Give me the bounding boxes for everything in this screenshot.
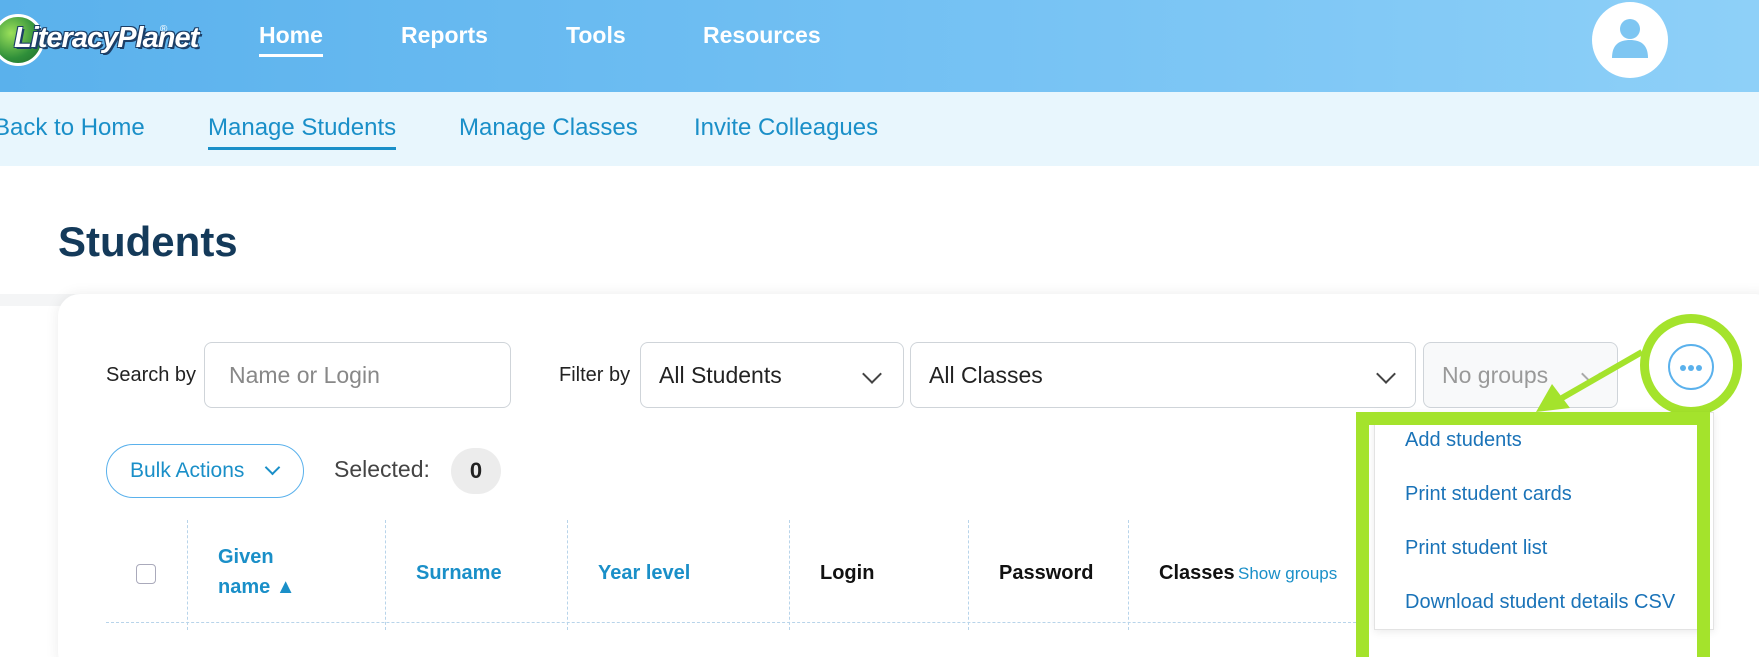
title-area bbox=[0, 166, 1759, 294]
registered-mark: ® bbox=[160, 24, 168, 35]
page-title: Students bbox=[58, 218, 238, 265]
sub-navigation: Back to Home Manage Students Manage Clas… bbox=[0, 92, 1759, 166]
column-divider bbox=[1128, 520, 1129, 630]
header-given-name[interactable]: Given bbox=[218, 546, 274, 569]
subnav-invite-colleagues[interactable]: Invite Colleagues bbox=[694, 114, 878, 142]
selected-label: Selected: bbox=[334, 456, 430, 482]
header-login: Login bbox=[820, 562, 875, 584]
user-avatar-button[interactable] bbox=[1592, 2, 1668, 78]
top-navigation: LiteracyPlanet ® Home Reports Tools Reso… bbox=[0, 0, 1759, 92]
nav-resources[interactable]: Resources bbox=[703, 22, 821, 49]
header-given-name-sort[interactable]: name ▲ bbox=[218, 576, 296, 599]
students-filter-value: All Students bbox=[659, 362, 782, 388]
header-classes: Classes bbox=[1159, 562, 1235, 584]
subnav-manage-students[interactable]: Manage Students bbox=[208, 114, 397, 150]
select-all-checkbox[interactable] bbox=[136, 564, 156, 584]
selected-count-badge: 0 bbox=[451, 448, 501, 494]
chevron-down-icon bbox=[264, 459, 281, 476]
header-year-level[interactable]: Year level bbox=[598, 562, 690, 585]
classes-filter-select[interactable]: All Classes bbox=[910, 342, 1416, 408]
filter-label: Filter by bbox=[559, 364, 631, 386]
nav-home[interactable]: Home bbox=[259, 22, 323, 57]
header-password: Password bbox=[999, 562, 1094, 584]
highlight-arrow bbox=[1536, 349, 1644, 412]
column-divider bbox=[187, 520, 188, 630]
column-divider bbox=[968, 520, 969, 630]
students-filter-select[interactable]: All Students bbox=[640, 342, 904, 408]
user-icon bbox=[1612, 19, 1648, 58]
nav-reports[interactable]: Reports bbox=[401, 22, 488, 49]
bulk-actions-button[interactable]: Bulk Actions bbox=[106, 444, 304, 498]
chevron-down-icon bbox=[862, 364, 882, 384]
chevron-down-icon bbox=[1376, 364, 1396, 384]
search-label: Search by bbox=[106, 364, 197, 386]
header-surname[interactable]: Surname bbox=[416, 562, 502, 585]
column-divider bbox=[385, 520, 386, 630]
table-header-divider bbox=[106, 622, 1366, 623]
classes-filter-value: All Classes bbox=[929, 362, 1043, 388]
search-input[interactable]: Name or Login bbox=[204, 342, 511, 408]
nav-tools[interactable]: Tools bbox=[566, 22, 626, 49]
highlight-rectangle bbox=[1356, 412, 1710, 657]
column-divider bbox=[789, 520, 790, 630]
logo-text: LiteracyPlanet bbox=[14, 22, 199, 54]
subnav-back-to-home[interactable]: Back to Home bbox=[0, 114, 145, 142]
column-divider bbox=[567, 520, 568, 630]
show-groups-link[interactable]: Show groups bbox=[1238, 564, 1337, 584]
subnav-manage-classes[interactable]: Manage Classes bbox=[459, 114, 638, 142]
literacyplanet-logo[interactable]: LiteracyPlanet ® bbox=[0, 12, 199, 70]
highlight-circle bbox=[1640, 314, 1742, 416]
bulk-actions-label: Bulk Actions bbox=[130, 459, 245, 482]
